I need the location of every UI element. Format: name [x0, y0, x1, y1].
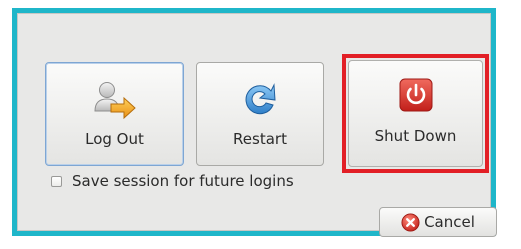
- restart-button[interactable]: Restart: [196, 62, 324, 166]
- shut-down-button[interactable]: Shut Down: [348, 60, 483, 167]
- screenshot-frame: Log Out Restart Shut Down Save session f…: [0, 0, 521, 249]
- log-out-label: Log Out: [85, 130, 144, 148]
- cancel-icon: [401, 212, 420, 232]
- save-session-label[interactable]: Save session for future logins: [72, 172, 294, 190]
- shut-down-label: Shut Down: [374, 127, 457, 145]
- cancel-button[interactable]: Cancel: [379, 207, 497, 237]
- dialog-body: Log Out Restart Shut Down Save session f…: [17, 13, 497, 237]
- cancel-label: Cancel: [424, 213, 475, 231]
- restart-icon: [241, 81, 279, 123]
- save-session-row: Save session for future logins: [51, 170, 294, 192]
- power-icon: [398, 77, 434, 117]
- user-logout-icon: [93, 81, 137, 125]
- logout-dialog: Log Out Restart Shut Down Save session f…: [12, 8, 497, 237]
- save-session-checkbox[interactable]: [51, 175, 62, 187]
- restart-label: Restart: [233, 130, 287, 148]
- log-out-button[interactable]: Log Out: [45, 62, 184, 166]
